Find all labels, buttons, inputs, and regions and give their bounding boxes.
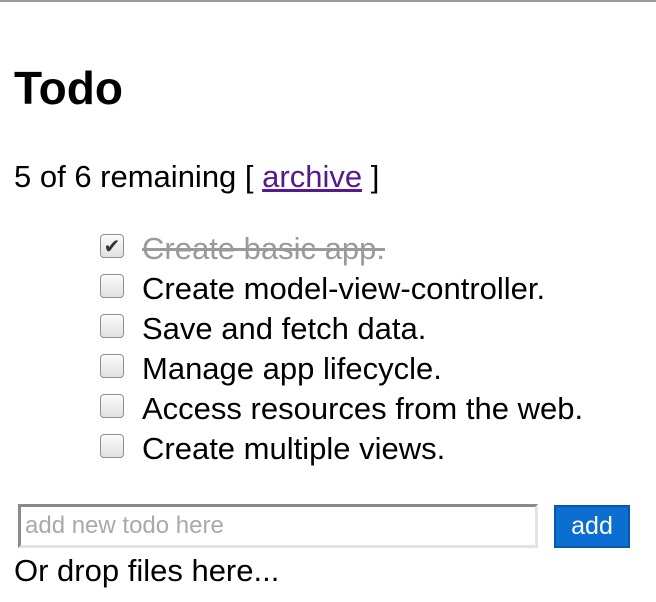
todo-checkbox[interactable] <box>100 274 124 298</box>
todo-checkbox[interactable] <box>100 314 124 338</box>
archive-link[interactable]: archive <box>262 159 362 194</box>
todo-checkbox[interactable] <box>100 394 124 418</box>
remaining-count-text: 5 of 6 remaining [ <box>14 159 263 194</box>
todo-item: Save and fetch data. <box>100 309 583 349</box>
todo-item: Create multiple views. <box>100 429 583 469</box>
todo-checkbox[interactable] <box>100 354 124 378</box>
todo-text: Manage app lifecycle. <box>142 351 442 386</box>
todo-text: Access resources from the web. <box>142 391 584 426</box>
checkmark-icon: ✔ <box>103 234 121 258</box>
todo-checkbox[interactable]: ✔ <box>100 234 124 258</box>
add-button[interactable]: add <box>554 505 630 548</box>
page-title: Todo <box>14 62 123 114</box>
todo-item: Create model-view-controller. <box>100 269 583 309</box>
todo-item: Access resources from the web. <box>100 389 583 429</box>
todo-text: Create multiple views. <box>142 431 446 466</box>
todo-item: ✔ Create basic app. <box>100 229 583 269</box>
todo-list: ✔ Create basic app. Create model-view-co… <box>100 229 583 469</box>
todo-text: Save and fetch data. <box>142 311 427 346</box>
todo-text: Create model-view-controller. <box>142 271 546 306</box>
top-divider <box>0 0 656 2</box>
todo-item: Manage app lifecycle. <box>100 349 583 389</box>
remaining-summary: 5 of 6 remaining [ archive ] <box>14 157 379 197</box>
new-todo-input[interactable] <box>18 504 538 548</box>
summary-bracket-close: ] <box>362 159 380 194</box>
todo-text: Create basic app. <box>142 231 385 266</box>
todo-checkbox[interactable] <box>100 434 124 458</box>
drop-files-hint: Or drop files here... <box>14 553 280 588</box>
